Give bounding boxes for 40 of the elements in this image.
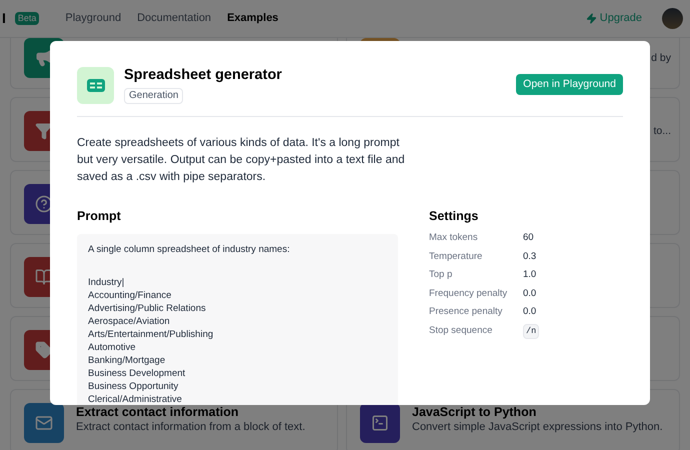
prompt-line: Clerical/Administrative [88,393,183,405]
upgrade-link[interactable]: Upgrade [600,10,642,27]
setting-value: 0.0 [523,305,538,318]
description-text: Create spreadsheets of various kinds of data. It's a long prompt but very versatile. Output can be copy+pasted into a text file and saved as a .csv with pipe separators. [77,136,406,185]
beta-badge: Beta [14,12,40,25]
setting-value: /n [523,324,540,339]
setting-label: Presence penalty [429,305,504,318]
prompt-line: Industry| [88,276,126,289]
nav-link[interactable]: Documentation [137,10,212,27]
logo-text: I [2,9,6,28]
setting-label: Top p [429,268,454,282]
prompt-heading: Prompt [77,208,122,224]
prompt-line: Advertising/Public Relations [88,302,207,315]
setting-value: 1.0 [523,268,538,282]
nav-link[interactable]: Playground [65,10,122,27]
open-in-playground-button[interactable]: Open in Playground [516,74,623,95]
setting-value: 60 [523,231,535,244]
setting-label: Stop sequence [429,324,494,338]
card-description: Extract contact information from a block of text. [76,420,306,435]
prompt-text: A single column spreadsheet of industry names: [88,243,291,256]
category-tag: Generation [124,88,184,104]
prompt-line: Business Development [88,367,186,380]
nav-link[interactable]: Examples [227,10,278,27]
prompt-line: Banking/Mortgage [88,354,166,367]
card-description: d by [651,51,671,66]
prompt-line: Aerospace/Aviation [88,315,171,328]
settings-heading: Settings [429,208,480,224]
setting-label: Max tokens [429,231,479,244]
prompt-line: Automotive [88,341,137,354]
setting-label: Temperature [429,250,484,263]
dialog-title: Spreadsheet generator [124,66,282,84]
prompt-line: Arts/Entertainment/Publishing [88,328,214,341]
setting-value: 0.3 [523,250,538,263]
card-description: Convert simple JavaScript expressions into Python. [412,420,663,435]
setting-label: Frequency penalty [429,286,508,300]
card-description: to... [653,124,671,139]
prompt-line: Accounting/Finance [88,289,172,302]
setting-value: 0.0 [523,286,538,300]
card-title: Extract contact information [76,405,240,420]
card-title: JavaScript to Python [412,405,538,420]
